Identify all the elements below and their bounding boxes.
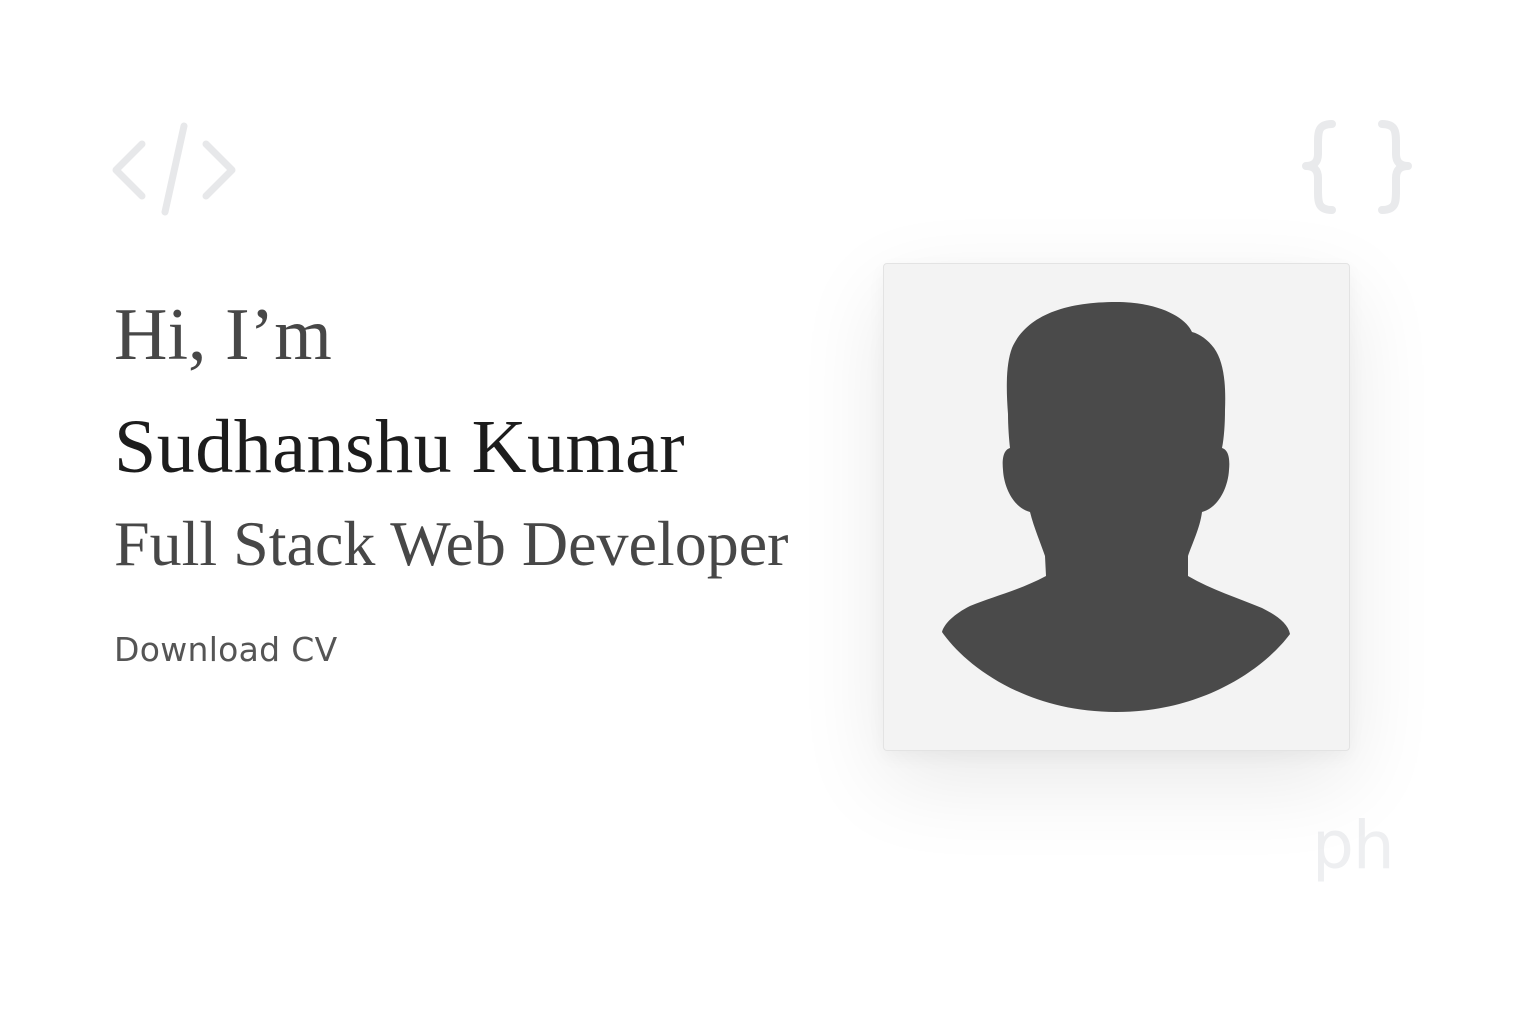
hero-name: Sudhanshu Kumar xyxy=(114,405,686,489)
ph-decoration: ph xyxy=(1312,807,1395,884)
hero-text: Hi, I’m Sudhanshu Kumar Full Stack Web D… xyxy=(114,292,834,670)
code-tag-icon xyxy=(108,112,244,224)
curly-braces-icon xyxy=(1298,114,1416,218)
avatar-card xyxy=(883,263,1350,751)
download-cv-button[interactable]: Download CV xyxy=(114,630,337,670)
greeting-text: Hi, I’m xyxy=(114,294,332,376)
hero-role: Full Stack Web Developer xyxy=(114,508,789,579)
user-silhouette-icon xyxy=(942,302,1290,712)
